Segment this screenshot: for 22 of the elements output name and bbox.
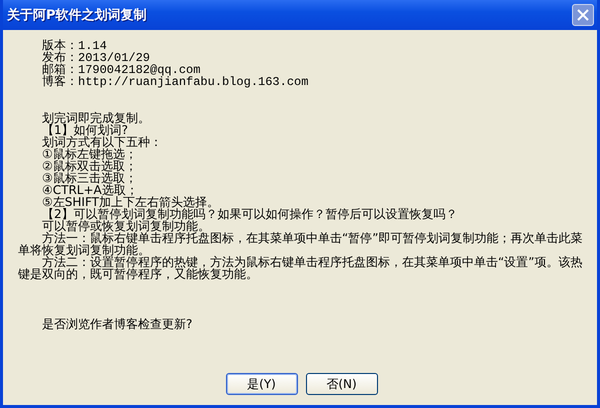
help-text: 划完词即完成复制。 — [41, 112, 151, 124]
info-line: 邮箱：1790042182@qq.com — [41, 64, 200, 76]
dialog-button[interactable]: 是(Y) — [226, 373, 298, 395]
help-text: ④CTRL+A选取； — [41, 184, 138, 196]
question-text: 是否浏览作者博客检查更新? — [41, 316, 194, 333]
help-text: 划词方式有以下五种： — [41, 136, 163, 148]
help-text: ①鼠标左键拖选； — [41, 148, 138, 160]
help-text: ②鼠标双击选取； — [41, 160, 138, 172]
help-text: 可以暂停或恢复划词复制功能。 — [41, 220, 210, 232]
info-line: 博客：http://ruanjianfabu.blog.163.com — [41, 76, 310, 88]
help-text: 方法二：设置暂停程序的热键，方法为鼠标右键单击程序托盘图标，在其菜单项中单击“设置”项。该热键是双向的，既可暂停程序，又能恢复功能。 — [18, 256, 584, 280]
close-button[interactable] — [572, 4, 594, 26]
help-text: ⑤左SHIFT加上下左右箭头选择。 — [41, 196, 219, 208]
help-text: ③鼠标三击选取； — [41, 172, 138, 184]
window-title: 关于阿P软件之划词复制 — [7, 6, 147, 24]
help-text: 方法一：鼠标右键单击程序托盘图标，在其菜单项中单击“暂停”即可暂停划词复制功能；再次单击此菜单将恢复划词复制功能。 — [18, 232, 584, 256]
info-line: 发布：2013/01/29 — [41, 52, 150, 64]
info-line: 版本：1.14 — [41, 40, 107, 52]
help-text: 【1】如何划词? — [41, 124, 128, 136]
dialog-button[interactable]: 否(N) — [306, 373, 378, 395]
close-icon — [576, 8, 590, 22]
help-text: 【2】可以暂停划词复制功能吗？如果可以如何操作？暂停后可以设置恢复吗？ — [41, 208, 459, 220]
